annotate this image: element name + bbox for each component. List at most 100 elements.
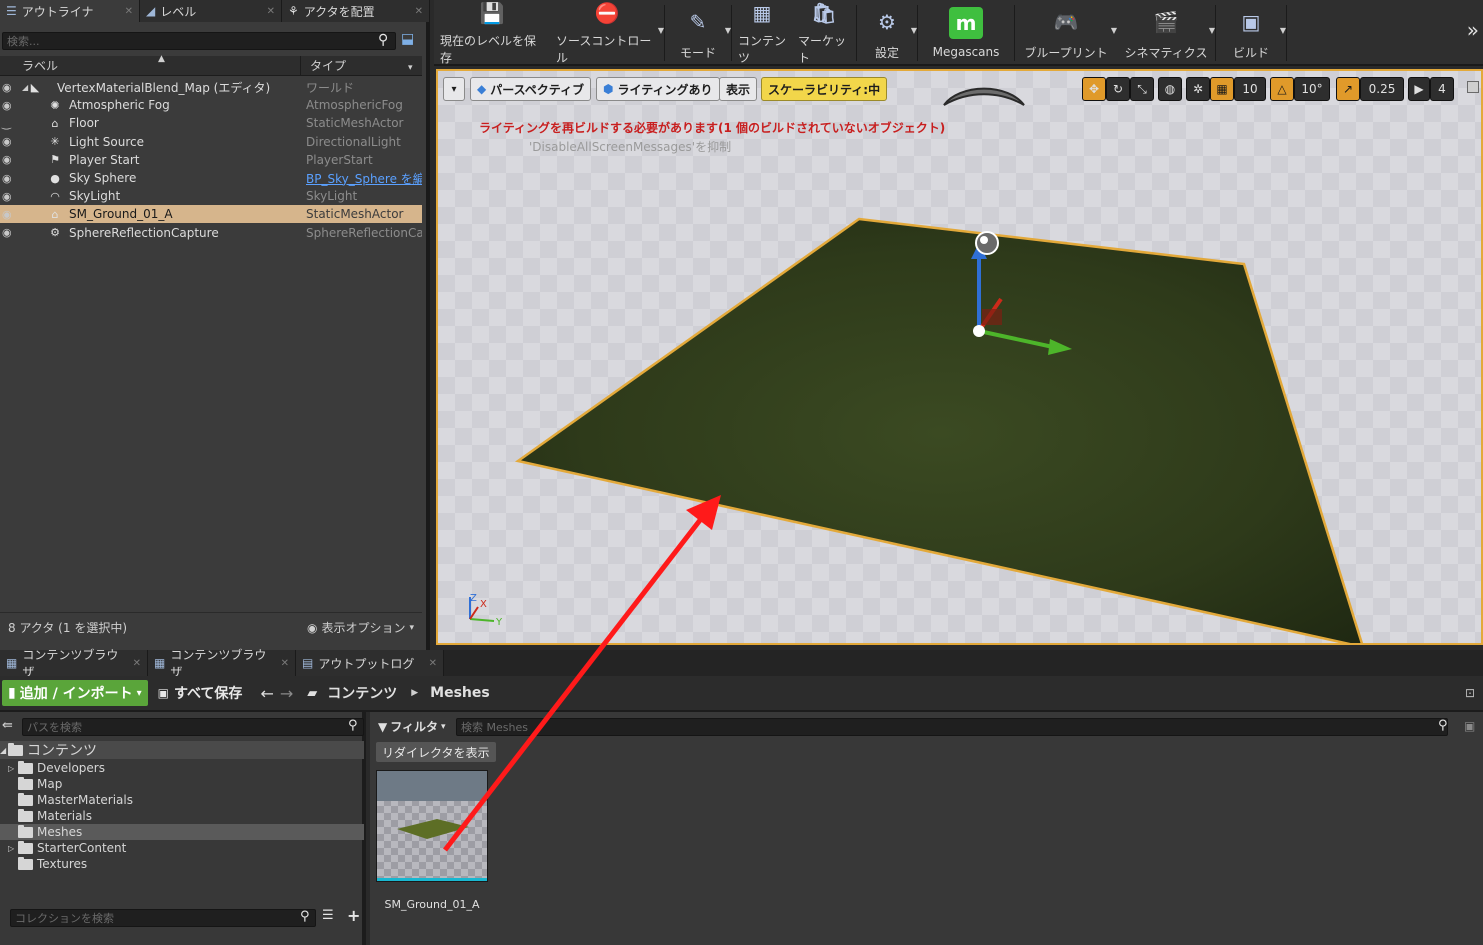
visibility-eye-icon[interactable]: ◉ [2,135,16,148]
visibility-eye-icon[interactable]: ◉ [2,190,16,203]
outliner-row[interactable]: ◉ ✳ Light Source DirectionalLight [0,133,422,151]
visibility-eye-icon[interactable]: ‿ [2,117,16,130]
outliner-row[interactable]: ◉ ⚙ SphereReflectionCapture SphereReflectio… [0,224,422,242]
folder-item[interactable]: Meshes [0,824,364,840]
rotate-mode-icon[interactable]: ↻ [1106,77,1130,101]
path-search-input[interactable]: パスを検索 [22,718,364,736]
visibility-eye-icon[interactable]: ◉ [2,153,16,166]
column-divider[interactable] [300,55,301,76]
folder-item[interactable]: Textures [0,856,364,872]
expand-icon[interactable]: ▷ [0,844,18,853]
tab-place-actors[interactable]: ⚘ アクタを配置 ✕ [282,0,430,22]
folder-open-icon[interactable]: ▰ [307,686,317,701]
grid-snap-icon[interactable]: ▦ [1210,77,1234,101]
chevron-down-icon[interactable]: ▼ [911,26,917,35]
tree-root-content[interactable]: ◢ コンテンツ [0,741,364,759]
camera-speed-value[interactable]: 4 [1430,77,1454,101]
tab-content-browser-2[interactable]: ▦ コンテンツブラウザ ✕ [148,648,296,679]
chevron-down-icon[interactable]: ▼ [725,26,731,35]
close-icon[interactable]: ✕ [415,6,423,17]
outliner-row[interactable]: ◉ ⌂ SM_Ground_01_A StaticMeshActor [0,205,422,224]
viewport-options-button[interactable]: ▾ [443,77,465,101]
rotation-snap-icon[interactable]: △ [1270,77,1294,101]
folder-item[interactable]: ▷ StarterContent [0,840,364,856]
view-options-button[interactable]: ◉ 表示オプション ▾ [307,619,414,636]
chevron-down-icon[interactable]: ▼ [1209,26,1215,35]
modes-toolbar-button[interactable]: ✎ モード ▼ [665,0,731,66]
outliner-row[interactable]: ◉ ◣ ◢ VertexMaterialBlend_Map (エディタ) ワールド [0,78,422,96]
column-type[interactable]: タイプ [310,57,346,74]
scalability-button[interactable]: スケーラビリティ:中 [761,77,888,101]
visibility-eye-icon[interactable]: ◉ [2,208,16,221]
chevron-down-icon[interactable]: ▼ [1280,26,1286,35]
expand-icon[interactable]: ◢ [22,83,28,92]
filter-button[interactable]: ▼ フィルタ ▾ [378,718,446,735]
close-icon[interactable]: ✕ [281,658,289,669]
lock-icon[interactable]: ⊡ [1465,686,1475,700]
tab-content-browser-1[interactable]: ▦ コンテンツブラウザ ✕ [0,648,148,679]
show-button[interactable]: 表示 [719,77,758,101]
chevron-down-icon[interactable]: ▾ [408,63,413,73]
grid-snap-value[interactable]: 10 [1234,77,1266,101]
close-icon[interactable]: ✕ [125,6,133,17]
expand-icon[interactable]: ▷ [0,764,18,773]
folder-item[interactable]: Map [0,776,364,792]
back-arrow-icon[interactable]: ← [260,684,273,703]
add-filter-icon[interactable]: ⬓ [401,31,414,47]
collection-search-input[interactable]: コレクションを検索 [10,909,316,927]
close-icon[interactable]: ✕ [429,658,437,669]
surface-snap-icon[interactable]: ✲ [1186,77,1210,101]
breadcrumb-content[interactable]: コンテンツ [327,683,397,703]
toolbar-overflow-icon[interactable]: » [1467,18,1479,64]
add-collection-icon[interactable]: + [347,906,360,925]
folder-item[interactable]: ▷ Developers [0,760,364,776]
visibility-eye-icon[interactable]: ◉ [2,81,16,94]
translate-mode-icon[interactable]: ✥ [1082,77,1106,101]
marketplace-toolbar-button[interactable]: 🛍 マーケット [792,0,856,66]
close-icon[interactable]: ✕ [267,6,275,17]
megascans-toolbar-button[interactable]: m Megascans [918,0,1014,66]
asset-tile[interactable] [376,770,488,882]
collections-list-icon[interactable]: ☰ [322,908,334,923]
scale-snap-value[interactable]: 0.25 [1360,77,1404,101]
breadcrumb-meshes[interactable]: Meshes [430,685,490,701]
lighting-mode-button[interactable]: ⬢ ライティングあり [596,77,720,101]
maximize-viewport-icon[interactable] [1467,81,1479,93]
forward-arrow-icon[interactable]: → [280,684,293,703]
show-redirectors-toggle[interactable]: リダイレクタを表示 [376,742,496,762]
tab-levels[interactable]: ◢ レベル ✕ [140,0,282,22]
save-search-icon[interactable]: ▣ [1464,719,1475,733]
scale-mode-icon[interactable]: ⤡ [1130,77,1154,101]
folder-item[interactable]: Materials [0,808,364,824]
chevron-right-icon[interactable]: ▶ [411,688,418,698]
save-all-button[interactable]: ▣ すべて保存 [158,683,243,703]
chevron-down-icon[interactable]: ▼ [658,26,664,35]
outliner-row[interactable]: ◉ ● Sky Sphere BP_Sky_Sphere を編 [0,169,422,187]
build-toolbar-button[interactable]: ▣ ビルド ▼ [1216,0,1286,66]
outliner-row[interactable]: ◉ ✺ Atmospheric Fog AtmosphericFog [0,96,422,114]
add-import-button[interactable]: ▮ 追加 / インポート ▾ [2,680,148,706]
outliner-search-input[interactable]: 検索... [2,32,396,50]
tab-outliner[interactable]: ☰ アウトライナ ✕ [0,0,140,22]
actor-type[interactable]: BP_Sky_Sphere を編 [306,170,422,187]
scale-snap-icon[interactable]: ↗ [1336,77,1360,101]
outliner-row[interactable]: ◉ ⚑ Player Start PlayerStart [0,151,422,169]
visibility-eye-icon[interactable]: ◉ [2,99,16,112]
toggle-sources-icon[interactable]: ⇚ [2,718,13,733]
outliner-row[interactable]: ◉ ◠ SkyLight SkyLight [0,187,422,205]
outliner-row[interactable]: ‿ ⌂ Floor StaticMeshActor [0,114,422,132]
column-label[interactable]: ラベル [22,57,58,74]
save-toolbar-button[interactable]: 💾 現在のレベルを保存 [434,0,550,66]
rotation-snap-value[interactable]: 10° [1294,77,1330,101]
world-space-icon[interactable]: ◍ [1158,77,1182,101]
visibility-eye-icon[interactable]: ◉ [2,226,16,239]
perspective-button[interactable]: ◆ パースペクティブ [470,77,592,101]
visibility-eye-icon[interactable]: ◉ [2,172,16,185]
source-control-toolbar-button[interactable]: ⛔ ソースコントロール ▼ [550,0,664,66]
tab-output-log[interactable]: ▤ アウトプットログ ✕ [296,650,444,676]
blueprint-toolbar-button[interactable]: 🎮 ブループリント ▼ [1015,0,1117,66]
cinematics-toolbar-button[interactable]: 🎬 シネマティクス ▼ [1117,0,1215,66]
camera-speed-icon[interactable]: ▶ [1408,77,1430,101]
settings-toolbar-button[interactable]: ⚙ 設定 ▼ [857,0,917,66]
asset-search-input[interactable]: 検索 Meshes [456,718,1448,736]
